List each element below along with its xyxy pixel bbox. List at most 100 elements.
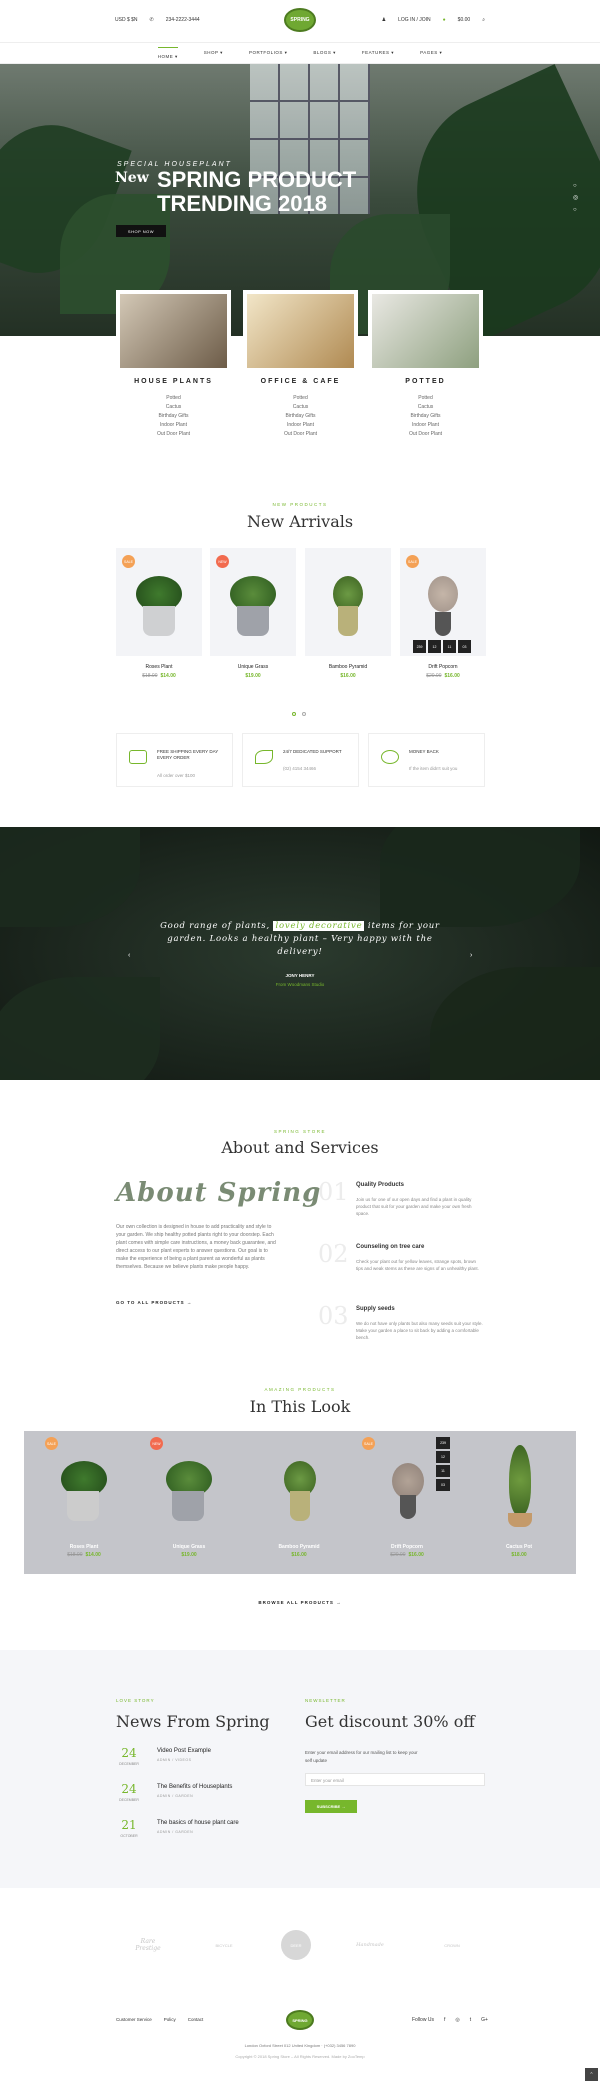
category-title[interactable]: HOUSE PLANTS (116, 378, 231, 385)
category-link[interactable]: Indoor Plant (116, 421, 231, 430)
feature-box: MONEY BACK If the item didn't suit you (368, 733, 485, 787)
service-title: Counseling on tree care (356, 1244, 425, 1250)
account-link[interactable]: LOG IN / JOIN (398, 17, 431, 23)
category-card[interactable] (243, 290, 358, 372)
category-link[interactable]: Birthday Gifts (243, 412, 358, 421)
slider-dot[interactable]: ○ (573, 204, 578, 216)
product-image[interactable]: SALE 239 12 11 03 (400, 548, 486, 656)
pot-image (143, 606, 175, 636)
sale-badge: SALE (362, 1437, 375, 1450)
category-link[interactable]: Cactus (243, 403, 358, 412)
next-arrow-icon[interactable]: › (470, 952, 472, 959)
twitter-icon[interactable]: t (470, 2017, 471, 2023)
look-item-name[interactable]: Drift Popcorn (362, 1544, 452, 1550)
slider-dot[interactable]: ○ (573, 180, 578, 192)
look-item[interactable]: NEW Unique Grass $19.00 (144, 1431, 234, 1574)
newsletter-title: Get discount 30% off (305, 1712, 475, 1731)
category-link[interactable]: Potted (368, 394, 483, 403)
product-image[interactable]: SALE (116, 548, 202, 656)
look-item[interactable]: Bamboo Pyramid $16.00 (254, 1431, 344, 1574)
product-card[interactable]: NEW Unique Grass $19.00 (210, 548, 296, 688)
category-link[interactable]: Potted (243, 394, 358, 403)
product-name[interactable]: Drift Popcorn (400, 664, 486, 670)
product-name[interactable]: Bamboo Pyramid (305, 664, 391, 670)
product-image[interactable] (305, 548, 391, 656)
search-icon[interactable]: ⌕ (482, 17, 485, 23)
nav-features[interactable]: FEATURES ▾ (362, 50, 394, 56)
facebook-icon[interactable]: f (444, 2017, 445, 2023)
back-to-top-button[interactable]: ⌃ (585, 2068, 598, 2081)
currency-selector[interactable]: USD $ $N (115, 17, 138, 23)
category-title[interactable]: OFFICE & CAFE (243, 378, 358, 385)
cart-icon[interactable]: ● (443, 17, 446, 23)
product-card[interactable]: Bamboo Pyramid $16.00 (305, 548, 391, 688)
category-link[interactable]: Cactus (116, 403, 231, 412)
subscribe-button[interactable]: SUBSCRIBE → (305, 1800, 357, 1813)
slider-dot[interactable]: ◎ (573, 192, 578, 204)
category-card[interactable] (368, 290, 483, 372)
post-day: 21 (121, 1818, 137, 1832)
post-title[interactable]: The basics of house plant care (157, 1820, 239, 1826)
post-title[interactable]: Video Post Example (157, 1748, 211, 1754)
monstera-leaf (0, 827, 140, 927)
category-link[interactable]: Out Door Plant (368, 430, 483, 439)
pot-image (172, 1491, 204, 1521)
category-link[interactable]: Out Door Plant (116, 430, 231, 439)
post-title[interactable]: The Benefits of Houseplants (157, 1784, 232, 1790)
instagram-icon[interactable]: ◎ (455, 2017, 459, 2023)
look-item-name[interactable]: Unique Grass (144, 1544, 234, 1550)
brand-logo[interactable]: Rare Prestige (128, 1930, 168, 1960)
brand-logo[interactable]: CROWN (432, 1930, 472, 1960)
nav-shop[interactable]: SHOP ▾ (204, 50, 223, 56)
old-price: $18.00 (142, 673, 158, 679)
category-link[interactable]: Birthday Gifts (116, 412, 231, 421)
nav-portfolios[interactable]: PORTFOLIOS ▾ (249, 50, 287, 56)
nav-home[interactable]: HOME ▾ (157, 46, 178, 60)
category-image (372, 294, 479, 368)
category-link[interactable]: Birthday Gifts (368, 412, 483, 421)
product-image[interactable]: NEW (210, 548, 296, 656)
footer-link[interactable]: Policy (164, 2017, 176, 2022)
category-title[interactable]: POTTED (368, 378, 483, 385)
category-link[interactable]: Indoor Plant (243, 421, 358, 430)
look-item[interactable]: SALE Drift Popcorn $20.00 $16.00 239 12 11 03 (362, 1431, 452, 1574)
email-input[interactable]: Enter your email (305, 1773, 485, 1786)
category-card[interactable] (116, 290, 231, 372)
category-link[interactable]: Out Door Plant (243, 430, 358, 439)
nav-pages[interactable]: PAGES ▾ (420, 50, 442, 56)
brand-logo[interactable]: Handmade (350, 1930, 390, 1960)
category-links: Potted Cactus Birthday Gifts Indoor Plan… (368, 394, 483, 439)
footer-logo[interactable]: SPRING (286, 2010, 314, 2030)
pager-dot[interactable] (302, 712, 306, 716)
all-products-link[interactable]: GO TO ALL PRODUCTS → (116, 1300, 192, 1305)
footer-link[interactable]: Customer Service (116, 2017, 152, 2022)
logo[interactable]: SPRING (284, 8, 316, 32)
look-item-name[interactable]: Cactus Pot (474, 1544, 564, 1550)
look-item-name[interactable]: Roses Plant (39, 1544, 129, 1550)
look-item[interactable]: Cactus Pot $18.00 (474, 1431, 564, 1574)
product-card[interactable]: SALE 239 12 11 03 Drift Popcorn $20.00 $16.0… (400, 548, 486, 688)
category-link[interactable]: Indoor Plant (368, 421, 483, 430)
cart-total[interactable]: $0.00 (458, 17, 471, 23)
googleplus-icon[interactable]: G+ (481, 2017, 488, 2023)
about-text: Our own collection is designed in house … (116, 1224, 276, 1270)
look-item[interactable]: SALE Roses Plant $18.00 $14.00 (39, 1431, 129, 1574)
footer-link[interactable]: Contact (188, 2017, 204, 2022)
prev-arrow-icon[interactable]: ‹ (128, 952, 130, 959)
category-link[interactable]: Potted (116, 394, 231, 403)
product-card[interactable]: SALE Roses Plant $18.00 $14.00 (116, 548, 202, 688)
brand-logo[interactable]: DEER (281, 1930, 311, 1960)
product-name[interactable]: Roses Plant (116, 664, 202, 670)
shop-now-button[interactable]: SHOP NOW (116, 225, 166, 237)
product-name[interactable]: Unique Grass (210, 664, 296, 670)
footer-address: London Oxford Street 012 United Kingdom … (244, 2043, 356, 2048)
pager-dot[interactable] (292, 712, 296, 716)
nav-blogs[interactable]: BLOGS ▾ (313, 50, 336, 56)
feature-title: FREE SHIPPING EVERY DAY EVERY ORDER (157, 749, 219, 760)
newsletter-text: Enter your email address for our mailing… (305, 1750, 418, 1763)
quote-highlight: lovely decorative (273, 921, 365, 931)
browse-all-link[interactable]: BROWSE ALL PRODUCTS → (0, 1600, 600, 1605)
category-link[interactable]: Cactus (368, 403, 483, 412)
look-item-name[interactable]: Bamboo Pyramid (254, 1544, 344, 1550)
brand-logo[interactable]: BICYCLE (204, 1930, 244, 1960)
